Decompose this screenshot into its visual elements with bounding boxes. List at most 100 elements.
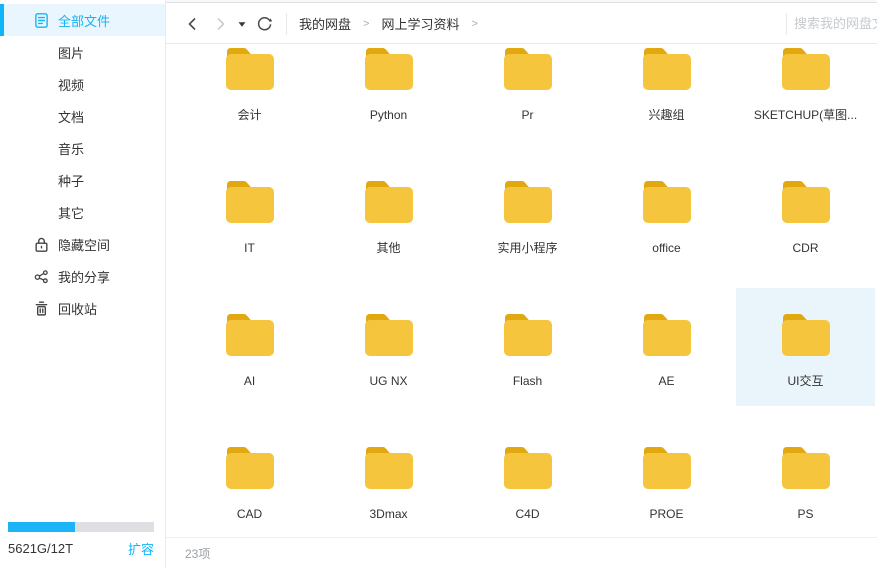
folder-label: AI [244, 374, 255, 389]
folder-icon [780, 176, 832, 224]
breadcrumb: 我的网盘 > 网上学习资料 > [299, 14, 490, 33]
forward-icon [212, 16, 228, 32]
breadcrumb-separator: > [471, 18, 477, 30]
sidebar-item-all-files[interactable]: 全部文件 [0, 4, 165, 36]
history-dropdown-button[interactable] [237, 19, 247, 29]
folder-item[interactable]: UG NX [319, 288, 458, 406]
folder-item[interactable]: PROE [597, 421, 736, 537]
folder-label: 兴趣组 [648, 108, 684, 123]
folder-icon [363, 45, 415, 91]
folder-label: 会计 [237, 108, 261, 123]
folder-icon [780, 309, 832, 357]
search-box [786, 4, 877, 43]
folder-icon [363, 309, 415, 357]
storage-usage-label: 5621G/12T [8, 541, 73, 556]
folder-icon [641, 309, 693, 357]
folder-icon [641, 442, 693, 490]
folder-icon [780, 442, 832, 490]
folder-item[interactable]: CAD [180, 421, 319, 537]
folder-icon [502, 45, 554, 91]
window-top-strip [166, 0, 877, 3]
item-count-label: 23项 [185, 545, 210, 562]
folder-icon [641, 45, 693, 91]
folder-item[interactable]: 其他 [319, 155, 458, 273]
folder-icon [502, 442, 554, 490]
sidebar-item-label: 其它 [58, 203, 84, 222]
folder-icon [224, 176, 276, 224]
refresh-button[interactable] [256, 15, 273, 32]
sidebar-nav: 全部文件 图片 视频 文档 音乐 种子 其它 隐藏空间 我的分享 回收站 [0, 4, 165, 324]
sidebar-item-music[interactable]: 音乐 [0, 132, 165, 164]
folder-label: UG NX [369, 374, 407, 389]
expand-storage-link[interactable]: 扩容 [128, 539, 154, 558]
folder-item[interactable]: CDR [736, 155, 875, 273]
folder-label: CDR [793, 241, 819, 256]
sidebar-item-label: 文档 [58, 107, 84, 126]
folder-label: IT [244, 241, 255, 256]
sidebar-item-recycle-bin[interactable]: 回收站 [0, 292, 165, 324]
sidebar-item-videos[interactable]: 视频 [0, 68, 165, 100]
sidebar-item-my-shares[interactable]: 我的分享 [0, 260, 165, 292]
folder-label: PS [797, 507, 813, 522]
folder-icon [363, 176, 415, 224]
sidebar-item-label: 回收站 [58, 299, 97, 318]
sidebar: 全部文件 图片 视频 文档 音乐 种子 其它 隐藏空间 我的分享 回收站 562… [0, 0, 166, 568]
storage-quota-bar [8, 522, 154, 532]
sidebar-item-label: 我的分享 [58, 267, 110, 286]
folder-item[interactable]: C4D [458, 421, 597, 537]
file-grid-area: 会计 Python Pr 兴趣组 [166, 45, 877, 537]
sidebar-item-others[interactable]: 其它 [0, 196, 165, 228]
search-input[interactable] [794, 16, 877, 31]
sidebar-item-documents[interactable]: 文档 [0, 100, 165, 132]
folder-icon [502, 176, 554, 224]
back-button[interactable] [185, 16, 201, 32]
folder-item[interactable]: 会计 [180, 45, 319, 140]
folder-item[interactable]: 实用小程序 [458, 155, 597, 273]
refresh-icon [256, 15, 273, 32]
folder-label: Pr [522, 108, 534, 123]
sidebar-item-label: 种子 [58, 171, 84, 190]
toolbar-divider [286, 13, 287, 35]
status-bar: 23项 [166, 537, 877, 568]
lock-icon [33, 236, 50, 253]
forward-button[interactable] [212, 16, 228, 32]
trash-icon [33, 300, 50, 317]
folder-icon [224, 45, 276, 91]
folder-item[interactable]: AE [597, 288, 736, 406]
share-icon [33, 268, 50, 285]
folder-label: Flash [513, 374, 542, 389]
folder-item[interactable]: UI交互 [736, 288, 875, 406]
sidebar-item-pictures[interactable]: 图片 [0, 36, 165, 68]
folder-item[interactable]: SKETCHUP(草图... [736, 45, 875, 140]
sidebar-item-label: 全部文件 [58, 11, 110, 30]
folder-icon [641, 176, 693, 224]
folder-item[interactable]: Pr [458, 45, 597, 140]
sidebar-item-label: 音乐 [58, 139, 84, 158]
folder-icon [224, 442, 276, 490]
chevron-down-icon [237, 19, 247, 29]
folder-item[interactable]: 兴趣组 [597, 45, 736, 140]
folder-item[interactable]: PS [736, 421, 875, 537]
breadcrumb-separator: > [363, 18, 369, 30]
storage-quota-fill [8, 522, 75, 532]
folder-icon [502, 309, 554, 357]
folder-item[interactable]: 3Dmax [319, 421, 458, 537]
sidebar-item-hidden-space[interactable]: 隐藏空间 [0, 228, 165, 260]
folder-label: 3Dmax [369, 507, 407, 522]
folder-label: UI交互 [787, 374, 823, 389]
breadcrumb-item[interactable]: 我的网盘 [299, 14, 351, 33]
sidebar-item-label: 隐藏空间 [58, 235, 110, 254]
folder-label: SKETCHUP(草图... [754, 108, 857, 123]
folder-label: office [652, 241, 680, 256]
folder-item[interactable]: Python [319, 45, 458, 140]
folder-item[interactable]: office [597, 155, 736, 273]
sidebar-item-torrents[interactable]: 种子 [0, 164, 165, 196]
folder-item[interactable]: AI [180, 288, 319, 406]
breadcrumb-item[interactable]: 网上学习资料 [381, 14, 459, 33]
storage-panel: 5621G/12T 扩容 [8, 522, 154, 558]
folder-item[interactable]: Flash [458, 288, 597, 406]
folder-label: 其他 [376, 241, 400, 256]
folder-grid: 会计 Python Pr 兴趣组 [180, 45, 875, 537]
folder-item[interactable]: IT [180, 155, 319, 273]
search-divider [786, 13, 787, 35]
